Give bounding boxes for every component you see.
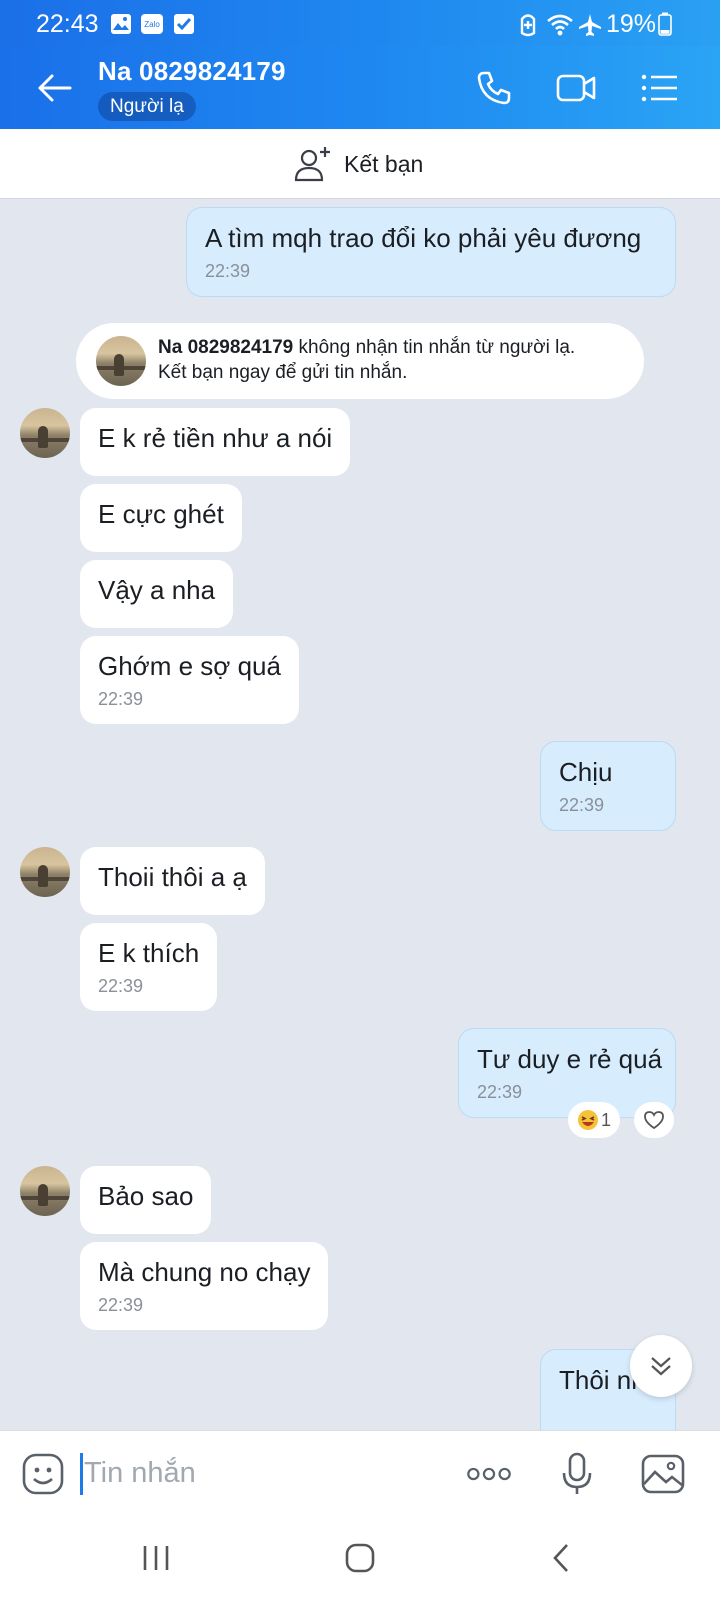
message-time: 22:39 xyxy=(559,795,605,815)
avatar[interactable] xyxy=(20,847,70,897)
message-text: E k thích xyxy=(98,938,200,968)
message-text: Chịu xyxy=(559,757,613,787)
checkbox-icon xyxy=(174,14,194,34)
avatar xyxy=(96,336,146,386)
message-input-bar: Tin nhắn xyxy=(0,1430,720,1516)
battery-icon xyxy=(658,12,672,36)
chat-area[interactable]: A tìm mqh trao đổi ko phải yêu đương 22:… xyxy=(0,199,720,1430)
message-bubble[interactable]: E cực ghét xyxy=(80,484,242,552)
message-text: Ghớm e sợ quá xyxy=(98,651,281,681)
stranger-badge: Người lạ xyxy=(98,92,196,121)
notice-line1: không nhận tin nhắn từ người lạ. xyxy=(293,337,576,358)
microphone-icon[interactable] xyxy=(554,1451,600,1497)
image-icon[interactable] xyxy=(640,1451,686,1497)
heart-icon xyxy=(644,1111,664,1130)
message-bubble[interactable]: Chịu 22:39 xyxy=(540,741,676,831)
back-nav-icon[interactable] xyxy=(540,1536,584,1580)
message-bubble[interactable]: Ghớm e sợ quá 22:39 xyxy=(80,636,299,724)
message-input[interactable]: Tin nhắn xyxy=(80,1449,440,1497)
message-bubble[interactable]: Thoii thôi a ạ xyxy=(80,847,265,915)
like-button[interactable] xyxy=(634,1102,674,1138)
laughing-emoji-icon xyxy=(577,1110,598,1130)
contact-name[interactable]: Na 0829824179 xyxy=(98,56,286,87)
gallery-icon xyxy=(111,14,131,34)
message-time: 22:39 xyxy=(205,261,251,281)
battery-percent: 19% xyxy=(606,10,657,38)
message-time: 22:39 xyxy=(477,1082,523,1102)
avatar[interactable] xyxy=(20,1166,70,1216)
home-icon[interactable] xyxy=(338,1536,382,1580)
add-friend-label: Kết bạn xyxy=(344,150,424,177)
message-text: Mà chung no chạy xyxy=(98,1257,311,1287)
message-text: Vậy a nha xyxy=(98,575,216,605)
video-call-icon[interactable] xyxy=(556,68,596,108)
battery-saver-icon xyxy=(520,14,536,37)
more-icon[interactable] xyxy=(466,1451,512,1497)
message-text: Thoii thôi a ạ xyxy=(98,862,247,892)
add-friend-bar: Kết bạn xyxy=(0,129,720,199)
call-icon[interactable] xyxy=(474,68,514,108)
message-bubble[interactable]: A tìm mqh trao đổi ko phải yêu đương 22:… xyxy=(186,207,676,297)
sticker-icon[interactable] xyxy=(20,1451,66,1497)
message-time: 22:39 xyxy=(98,976,144,996)
avatar[interactable] xyxy=(20,408,70,458)
chat-header: Na 0829824179 Người lạ xyxy=(0,46,720,129)
recent-apps-icon[interactable] xyxy=(134,1536,178,1580)
add-user-icon xyxy=(294,147,330,182)
scroll-to-bottom-button[interactable] xyxy=(630,1335,692,1397)
system-nav-bar xyxy=(0,1516,720,1600)
menu-icon[interactable] xyxy=(640,68,680,108)
message-text: Bảo sao xyxy=(98,1181,194,1211)
reaction-count: 1 xyxy=(600,1109,611,1130)
wifi-icon xyxy=(547,14,573,36)
message-bubble[interactable]: Bảo sao xyxy=(80,1166,212,1234)
status-bar: 22:43 Zalo 19% xyxy=(0,0,720,46)
svg-text:Zalo: Zalo xyxy=(144,20,160,29)
message-text: E cực ghét xyxy=(98,499,224,529)
reaction-badge[interactable]: 1 xyxy=(568,1102,620,1138)
message-bubble[interactable]: Mà chung no chạy 22:39 xyxy=(80,1242,329,1330)
message-text: A tìm mqh trao đổi ko phải yêu đương xyxy=(205,223,642,253)
notice-name: Na 0829824179 xyxy=(158,337,294,358)
message-time: 22:39 xyxy=(98,689,144,709)
status-time: 22:43 xyxy=(36,10,99,38)
notice-line2: Kết bạn ngay để gửi tin nhắn. xyxy=(158,362,408,383)
zalo-icon: Zalo xyxy=(141,14,163,34)
back-arrow-icon[interactable] xyxy=(32,66,76,110)
double-chevron-down-icon xyxy=(651,1357,671,1376)
airplane-icon xyxy=(579,14,601,36)
message-text: E k rẻ tiền như a nói xyxy=(98,423,333,453)
message-bubble[interactable]: E k thích 22:39 xyxy=(80,923,218,1011)
add-friend-button[interactable]: Kết bạn xyxy=(294,143,423,185)
message-time: 22:39 xyxy=(98,1295,144,1315)
message-text: Tư duy e rẻ quá xyxy=(477,1044,663,1074)
message-bubble[interactable]: Vậy a nha xyxy=(80,560,234,628)
stranger-notice: Na 0829824179 không nhận tin nhắn từ ngư… xyxy=(76,323,644,399)
message-bubble[interactable]: E k rẻ tiền như a nói xyxy=(80,408,351,476)
